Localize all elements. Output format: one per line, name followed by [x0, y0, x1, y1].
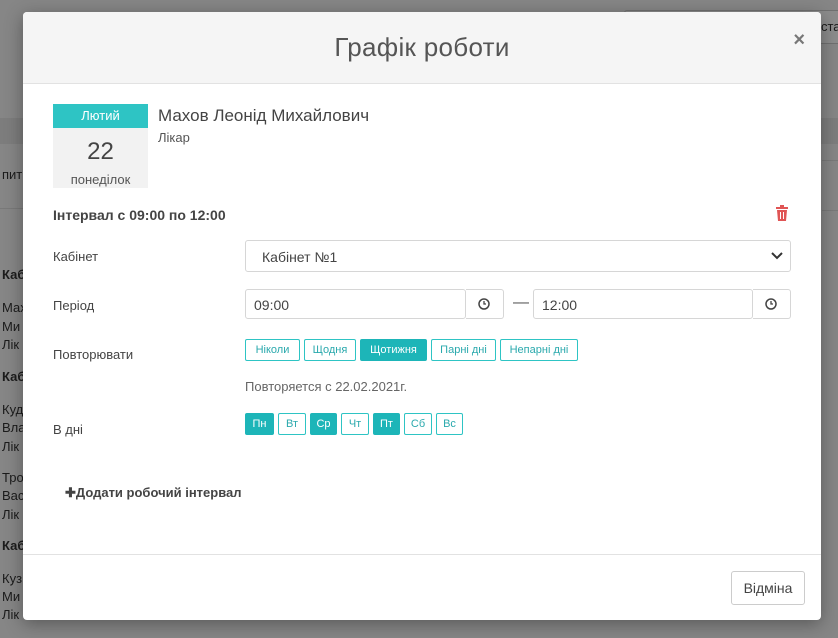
- repeat-option-even-days[interactable]: Парні дні: [431, 339, 496, 361]
- period-label: Період: [53, 298, 95, 313]
- add-interval-button[interactable]: ✚Додати робочий інтервал: [65, 485, 242, 501]
- days-label: В дні: [53, 422, 83, 437]
- date-card: Лютий 22 понеділок: [53, 104, 148, 188]
- clock-icon: [765, 298, 777, 310]
- time-to-value: 12:00: [542, 297, 578, 313]
- cabinet-select-value: Кабінет №1: [262, 249, 338, 265]
- cabinet-label: Кабінет: [53, 249, 99, 264]
- day-sat[interactable]: Сб: [404, 413, 432, 435]
- day-mon[interactable]: Пн: [245, 413, 274, 435]
- date-month: Лютий: [53, 104, 148, 128]
- clock-icon: [478, 298, 490, 310]
- date-weekday: понеділок: [70, 172, 131, 187]
- repeat-label: Повторювати: [53, 347, 134, 362]
- modal-header: Графік роботи ×: [23, 12, 821, 84]
- day-fri[interactable]: Пт: [373, 413, 400, 435]
- day-tue[interactable]: Вт: [278, 413, 306, 435]
- repeat-option-never[interactable]: Ніколи: [245, 339, 300, 361]
- person-role: Лікар: [158, 130, 190, 145]
- repeat-option-odd-days[interactable]: Непарні дні: [500, 339, 578, 361]
- chevron-down-icon: [771, 252, 783, 260]
- date-day: 22: [87, 138, 114, 165]
- day-wed[interactable]: Ср: [310, 413, 337, 435]
- time-from-value: 09:00: [254, 297, 290, 313]
- modal-title: Графік роботи: [334, 32, 510, 62]
- schedule-modal: Графік роботи × Лютий 22 понеділок Махов…: [23, 12, 821, 620]
- period-separator: —: [513, 294, 529, 311]
- time-from-clock-button[interactable]: [466, 289, 504, 319]
- day-thu[interactable]: Чт: [341, 413, 369, 435]
- time-from-input[interactable]: 09:00: [245, 289, 466, 319]
- close-button[interactable]: ×: [793, 30, 805, 50]
- cabinet-select[interactable]: Кабінет №1: [245, 240, 791, 272]
- interval-title: Інтервал с 09:00 по 12:00: [53, 207, 226, 223]
- modal-footer-divider: [23, 554, 821, 555]
- time-to-clock-button[interactable]: [753, 289, 791, 319]
- repeat-option-daily[interactable]: Щодня: [304, 339, 356, 361]
- repeat-note: Повторяется с 22.02.2021г.: [245, 379, 408, 394]
- trash-icon[interactable]: [775, 205, 791, 223]
- repeat-option-weekly[interactable]: Щотижня: [360, 339, 427, 361]
- person-name: Махов Леонід Михайлович: [158, 106, 370, 125]
- day-sun[interactable]: Вс: [436, 413, 463, 435]
- cancel-button[interactable]: Відміна: [731, 571, 805, 605]
- time-to-input[interactable]: 12:00: [533, 289, 753, 319]
